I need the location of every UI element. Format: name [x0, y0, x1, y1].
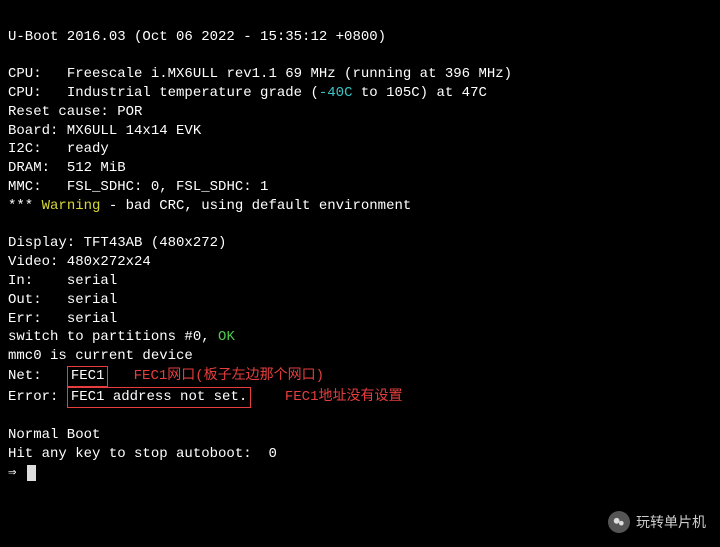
in-label: In: [8, 273, 67, 289]
net-value-box: FEC1 [67, 366, 109, 387]
cpu2-a: Industrial temperature grade ( [67, 85, 319, 101]
cpu-line-1: CPU: Freescale i.MX6ULL rev1.1 69 MHz (r… [8, 65, 712, 84]
cpu1-value: Freescale i.MX6ULL rev1.1 69 MHz (runnin… [67, 66, 512, 82]
error-gap1 [58, 389, 66, 405]
mmc-value: FSL_SDHC: 0, FSL_SDHC: 1 [67, 179, 269, 195]
mmc-line: MMC: FSL_SDHC: 0, FSL_SDHC: 1 [8, 178, 712, 197]
cpu2-temp: -40C [319, 85, 353, 101]
err-label: Err: [8, 311, 67, 327]
prompt-line[interactable]: ⇒ [8, 464, 712, 483]
wechat-icon [608, 511, 630, 533]
board-line: Board: MX6ULL 14x14 EVK [8, 122, 712, 141]
switch-text: switch to partitions #0, [8, 329, 218, 345]
i2c-value: ready [67, 141, 109, 157]
mmc-label: MMC: [8, 179, 67, 195]
error-annotation: FEC1地址没有设置 [285, 389, 403, 405]
net-gap [108, 368, 133, 384]
dram-line: DRAM: 512 MiB [8, 159, 712, 178]
error-value-box: FEC1 address not set. [67, 387, 251, 408]
out-line: Out: serial [8, 291, 712, 310]
display-line: Display: TFT43AB (480x272) [8, 234, 712, 253]
in-line: In: serial [8, 272, 712, 291]
uboot-header: U-Boot 2016.03 (Oct 06 2022 - 15:35:12 +… [8, 28, 712, 47]
reset-line: Reset cause: POR [8, 103, 712, 122]
net-line: Net: FEC1 FEC1网口(板子左边那个网口) [8, 366, 712, 387]
autoboot-line: Hit any key to stop autoboot: 0 [8, 445, 712, 464]
net-label: Net: [8, 368, 67, 384]
i2c-label: I2C: [8, 141, 67, 157]
watermark: 玩转单片机 [608, 511, 706, 533]
video-line: Video: 480x272x24 [8, 253, 712, 272]
cpu2-b: to 105C) at 47C [352, 85, 486, 101]
warn-rest: - bad CRC, using default environment [100, 198, 411, 214]
err-value: serial [67, 311, 117, 327]
dram-value: 512 MiB [67, 160, 126, 176]
error-line: Error: FEC1 address not set. FEC1地址没有设置 [8, 387, 712, 408]
cpu-line-2: CPU: Industrial temperature grade (-40C … [8, 84, 712, 103]
net-annotation: FEC1网口(板子左边那个网口) [134, 368, 324, 384]
watermark-text: 玩转单片机 [636, 513, 706, 532]
prompt-symbol: ⇒ [8, 465, 25, 481]
in-value: serial [67, 273, 117, 289]
normal-boot: Normal Boot [8, 426, 712, 445]
mmc0-line: mmc0 is current device [8, 347, 712, 366]
warn-word: Warning [42, 198, 101, 214]
i2c-line: I2C: ready [8, 140, 712, 159]
cpu1-label: CPU: [8, 66, 67, 82]
dram-label: DRAM: [8, 160, 67, 176]
cpu2-label: CPU: [8, 85, 67, 101]
warn-prefix: *** [8, 198, 42, 214]
out-value: serial [67, 292, 117, 308]
switch-ok: OK [218, 329, 235, 345]
err-line: Err: serial [8, 310, 712, 329]
error-gap2 [251, 389, 285, 405]
out-label: Out: [8, 292, 67, 308]
switch-line: switch to partitions #0, OK [8, 328, 712, 347]
warning-line: *** Warning - bad CRC, using default env… [8, 197, 712, 216]
error-label: Error: [8, 389, 58, 405]
cursor-icon [27, 465, 36, 481]
